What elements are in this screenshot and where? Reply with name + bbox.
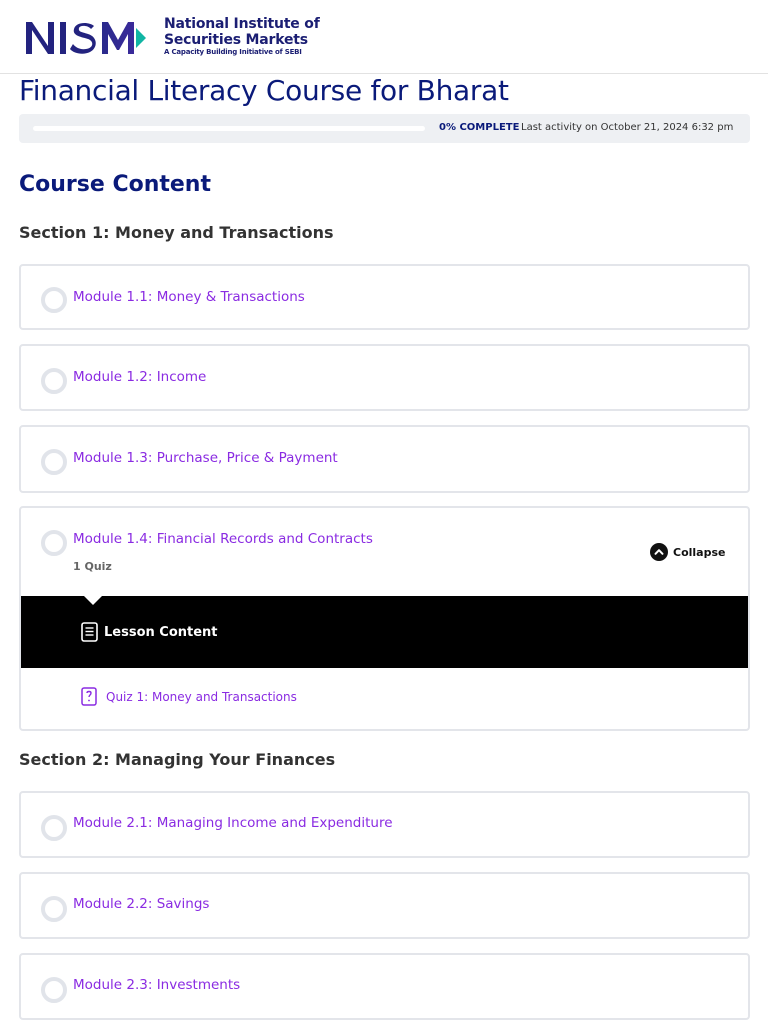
module-item[interactable]: Module 2.2: Savings	[19, 872, 750, 939]
logo-text: National Institute of Securities Markets…	[164, 16, 320, 56]
quiz-link[interactable]: Quiz 1: Money and Transactions	[106, 690, 297, 704]
module-item-expanded[interactable]: Module 1.4: Financial Records and Contra…	[19, 506, 750, 731]
pointer-notch	[83, 595, 103, 605]
module-link[interactable]: Module 1.2: Income	[73, 369, 206, 385]
quiz-icon	[81, 687, 97, 706]
lesson-content-text: Lesson Content	[104, 624, 218, 640]
site-header: National Institute of Securities Markets…	[0, 0, 768, 74]
incomplete-status-icon	[41, 287, 67, 313]
chevron-up-icon	[650, 543, 668, 561]
course-title: Financial Literacy Course for Bharat	[19, 74, 509, 107]
nism-logo-mark	[26, 22, 146, 54]
module-item[interactable]: Module 1.2: Income	[19, 344, 750, 411]
module-link[interactable]: Module 1.1: Money & Transactions	[73, 289, 305, 305]
module-link[interactable]: Module 2.1: Managing Income and Expendit…	[73, 815, 393, 831]
incomplete-status-icon	[41, 449, 67, 475]
incomplete-status-icon	[41, 896, 67, 922]
incomplete-status-icon	[41, 977, 67, 1003]
org-tagline: A Capacity Building Initiative of SEBI	[164, 48, 302, 56]
module-item[interactable]: Module 1.3: Purchase, Price & Payment	[19, 425, 750, 493]
progress-percent-label: 0% COMPLETE	[439, 122, 520, 133]
module-link[interactable]: Module 1.3: Purchase, Price & Payment	[73, 450, 338, 466]
module-item[interactable]: Module 2.1: Managing Income and Expendit…	[19, 791, 750, 858]
course-content-heading: Course Content	[19, 172, 211, 197]
progress-track	[33, 126, 425, 131]
lesson-content-label: Lesson Content	[81, 622, 218, 642]
module-link[interactable]: Module 2.2: Savings	[73, 896, 209, 912]
incomplete-status-icon	[41, 815, 67, 841]
nism-logo[interactable]: National Institute of Securities Markets…	[24, 14, 320, 58]
collapse-button[interactable]: Collapse	[650, 543, 725, 561]
last-activity-text: Last activity on October 21, 2024 6:32 p…	[521, 122, 734, 133]
quiz-count: 1 Quiz	[73, 560, 112, 573]
module-link[interactable]: Module 2.3: Investments	[73, 977, 240, 993]
module-item[interactable]: Module 2.3: Investments	[19, 953, 750, 1020]
course-progress: 0% COMPLETE Last activity on October 21,…	[19, 114, 750, 143]
org-name-line2: Securities Markets	[164, 32, 308, 48]
incomplete-status-icon	[41, 368, 67, 394]
quiz-item[interactable]: Quiz 1: Money and Transactions	[81, 687, 297, 706]
incomplete-status-icon	[41, 530, 67, 556]
module-link[interactable]: Module 1.4: Financial Records and Contra…	[73, 531, 373, 547]
lesson-content-header: Lesson Content	[21, 595, 748, 668]
document-icon	[81, 622, 98, 642]
collapse-label: Collapse	[673, 545, 726, 559]
section-title: Section 2: Managing Your Finances	[19, 750, 336, 769]
module-item[interactable]: Module 1.1: Money & Transactions	[19, 264, 750, 330]
section-title: Section 1: Money and Transactions	[19, 223, 334, 242]
org-name-line1: National Institute of	[164, 16, 320, 32]
